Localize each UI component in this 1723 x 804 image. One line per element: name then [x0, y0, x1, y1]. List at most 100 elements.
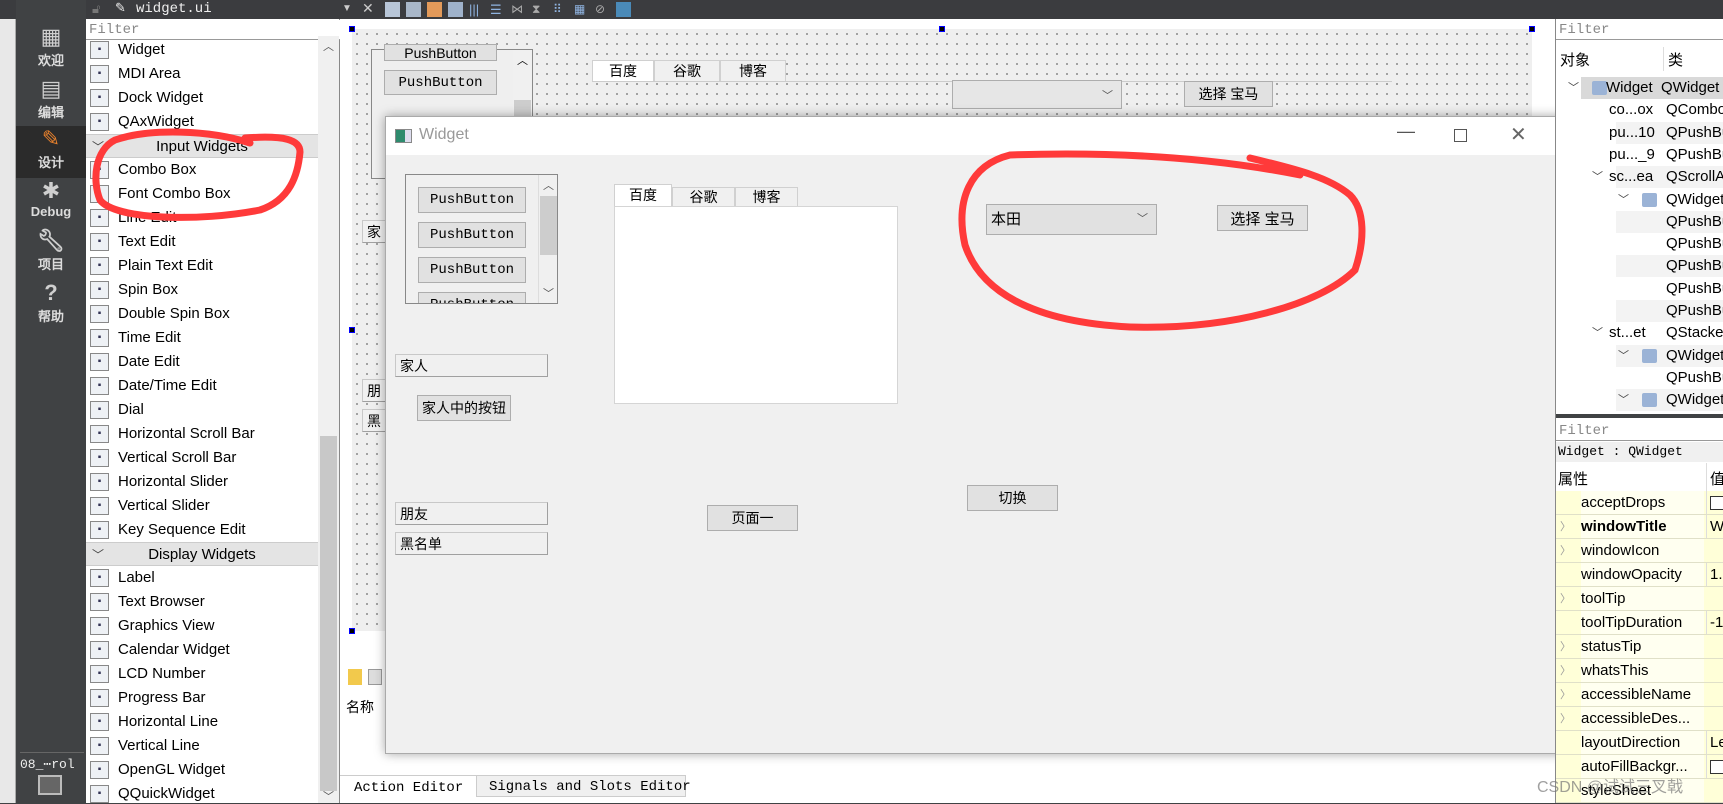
widget-category[interactable]: ﹀ Display Widgets [86, 542, 318, 566]
project-selector[interactable]: 08_⋯rol [20, 752, 84, 772]
scroll-down-icon[interactable]: ﹀ [543, 285, 554, 301]
resize-handle[interactable] [349, 26, 355, 32]
object-tree-row[interactable]: ﹀ QWidget [1556, 189, 1723, 211]
property-row[interactable]: 〉 accessibleName [1556, 683, 1723, 707]
expand-arrow-icon[interactable]: ﹀ [1618, 389, 1629, 411]
widget-category[interactable]: ﹀ Input Widgets [86, 134, 318, 158]
widget-item[interactable]: ▪ Graphics View [86, 614, 318, 638]
edit-buddies-icon[interactable] [427, 2, 442, 17]
object-tree-row[interactable]: pu...10 QPushButton [1556, 121, 1723, 144]
resize-handle[interactable] [349, 327, 355, 333]
form-select-button[interactable]: 选择 宝马 [1184, 81, 1273, 107]
object-tree-row[interactable]: QPushButton [1556, 278, 1723, 300]
widget-item[interactable]: ▪ Font Combo Box [86, 182, 318, 206]
close-icon[interactable]: ✕ [1510, 122, 1527, 147]
widget-item[interactable]: ▪ Label [86, 566, 318, 590]
expand-arrow-icon[interactable]: 〉 [1560, 683, 1571, 706]
property-row[interactable]: 〉 windowIcon [1556, 539, 1723, 563]
widget-item[interactable]: ▪ Date Edit [86, 350, 318, 374]
object-tree-row[interactable]: QPushButton [1556, 210, 1723, 233]
widget-item[interactable]: ▪ Widget [86, 38, 318, 62]
resize-handle[interactable] [349, 628, 355, 634]
widget-item[interactable]: ▪ Vertical Slider [86, 494, 318, 518]
object-tree-row[interactable]: ﹀ QWidget [1556, 344, 1723, 367]
widget-item[interactable]: ▪ Horizontal Line [86, 710, 318, 734]
layout-form-icon[interactable]: ⠿ [553, 2, 568, 17]
scroll-up-icon[interactable]: ︿ [517, 52, 528, 68]
expand-arrow-icon[interactable]: 〉 [1560, 659, 1571, 682]
property-row[interactable]: 〉 statusTip [1556, 635, 1723, 659]
dock-splitter[interactable] [1556, 414, 1723, 418]
minimize-icon[interactable]: — [1397, 121, 1415, 142]
layout-hsplitter-icon[interactable]: ⋈ [511, 2, 526, 17]
scroll-down-icon[interactable]: ﹀ [323, 788, 334, 804]
property-row[interactable]: windowOpacity1.0 [1556, 563, 1723, 587]
object-tree-row[interactable]: ﹀ Widget QWidget [1556, 77, 1723, 99]
object-tree-row[interactable]: QPushButton [1556, 367, 1723, 389]
widget-item[interactable]: ▪ LCD Number [86, 662, 318, 686]
scrollbar-thumb[interactable] [320, 436, 337, 791]
object-tree-row[interactable]: ﹀ QWidget [1556, 389, 1723, 412]
mode-3[interactable]: ✱ Debug [16, 178, 86, 230]
tab-baidu[interactable]: 百度 [614, 184, 672, 207]
mode-5[interactable]: ? 帮助 [16, 280, 86, 332]
widget-item[interactable]: ▪ Dock Widget [86, 86, 318, 110]
property-value[interactable] [1706, 491, 1723, 514]
widget-item[interactable]: ▪ Time Edit [86, 326, 318, 350]
widget-item[interactable]: ▪ Line Edit [86, 206, 318, 230]
family-button[interactable]: 家人中的按钮 [417, 395, 511, 421]
widget-item[interactable]: ▪ Double Spin Box [86, 302, 318, 326]
scrollbar-thumb[interactable] [540, 196, 557, 255]
maximize-icon[interactable] [1454, 129, 1467, 142]
property-value[interactable]: W [1706, 515, 1723, 538]
close-file-icon[interactable]: ✕ [362, 0, 374, 17]
edit-tab-order-icon[interactable] [448, 2, 463, 17]
widget-item[interactable]: ▪ Horizontal Scroll Bar [86, 422, 318, 446]
widget-item[interactable]: ▪ Calendar Widget [86, 638, 318, 662]
tab-google[interactable]: 谷歌 [672, 187, 735, 207]
expand-arrow-icon[interactable]: 〉 [1560, 707, 1571, 730]
widget-item[interactable]: ▪ QQuickWidget [86, 782, 318, 803]
break-layout-icon[interactable]: ⊘ [595, 2, 610, 17]
page-one-button[interactable]: 页面一 [707, 505, 798, 531]
expand-arrow-icon[interactable]: ﹀ [1618, 189, 1629, 211]
property-row[interactable]: acceptDrops [1556, 491, 1723, 515]
widget-item[interactable]: ▪ Progress Bar [86, 686, 318, 710]
scroll-up-icon[interactable]: ︿ [543, 177, 554, 193]
widget-item[interactable]: ▪ Date/Time Edit [86, 374, 318, 398]
widget-item[interactable]: ▪ Dial [86, 398, 318, 422]
widget-item[interactable]: ▪ Text Edit [86, 230, 318, 254]
tab-action-editor[interactable]: Action Editor [340, 775, 476, 799]
property-row[interactable]: 〉 windowTitle W [1556, 515, 1723, 539]
form-combo-box[interactable]: ﹀ [952, 80, 1122, 109]
mode-0[interactable]: ▦ 欢迎 [16, 24, 86, 76]
widget-item[interactable]: ▪ OpenGL Widget [86, 758, 318, 782]
mode-1[interactable]: ▤ 编辑 [16, 76, 86, 128]
layout-vertical-icon[interactable]: ☰ [490, 2, 505, 17]
form-tab-blog[interactable]: 博客 [720, 60, 786, 82]
expand-arrow-icon[interactable]: ﹀ [1592, 166, 1603, 188]
object-tree-row[interactable]: co...ox QComboBox [1556, 99, 1723, 121]
car-combo-box[interactable]: 本田 ﹀ [986, 204, 1157, 235]
property-row[interactable]: 〉 accessibleDes... [1556, 707, 1723, 731]
widget-item[interactable]: ▪ Spin Box [86, 278, 318, 302]
mode-4[interactable]: 🔧︎ 项目 [16, 228, 86, 280]
chevron-down-icon[interactable]: ﹀ [92, 135, 104, 159]
form-push-button[interactable]: PushButton [384, 44, 497, 61]
expand-arrow-icon[interactable]: 〉 [1560, 539, 1571, 562]
edit-widgets-icon[interactable] [385, 2, 400, 17]
property-value[interactable]: Le [1706, 731, 1723, 754]
widget-item[interactable]: ▪ MDI Area [86, 62, 318, 86]
widget-item[interactable]: ▪ QAxWidget [86, 110, 318, 134]
expand-arrow-icon[interactable]: 〉 [1560, 515, 1571, 538]
edit-signals-icon[interactable] [406, 2, 421, 17]
copy-action-icon[interactable] [368, 669, 382, 685]
layout-horizontal-icon[interactable]: ||| [469, 2, 484, 17]
expand-arrow-icon[interactable]: 〉 [1560, 635, 1571, 658]
widget-item[interactable]: ▪ Vertical Scroll Bar [86, 446, 318, 470]
layout-grid-icon[interactable]: ▦ [574, 2, 589, 17]
adjust-size-icon[interactable] [616, 2, 631, 17]
property-row[interactable]: 〉 toolTip [1556, 587, 1723, 611]
object-tree-row[interactable]: ﹀ st...et QStackedWidget [1556, 322, 1723, 344]
object-tree-row[interactable]: QPushButton [1556, 255, 1723, 278]
